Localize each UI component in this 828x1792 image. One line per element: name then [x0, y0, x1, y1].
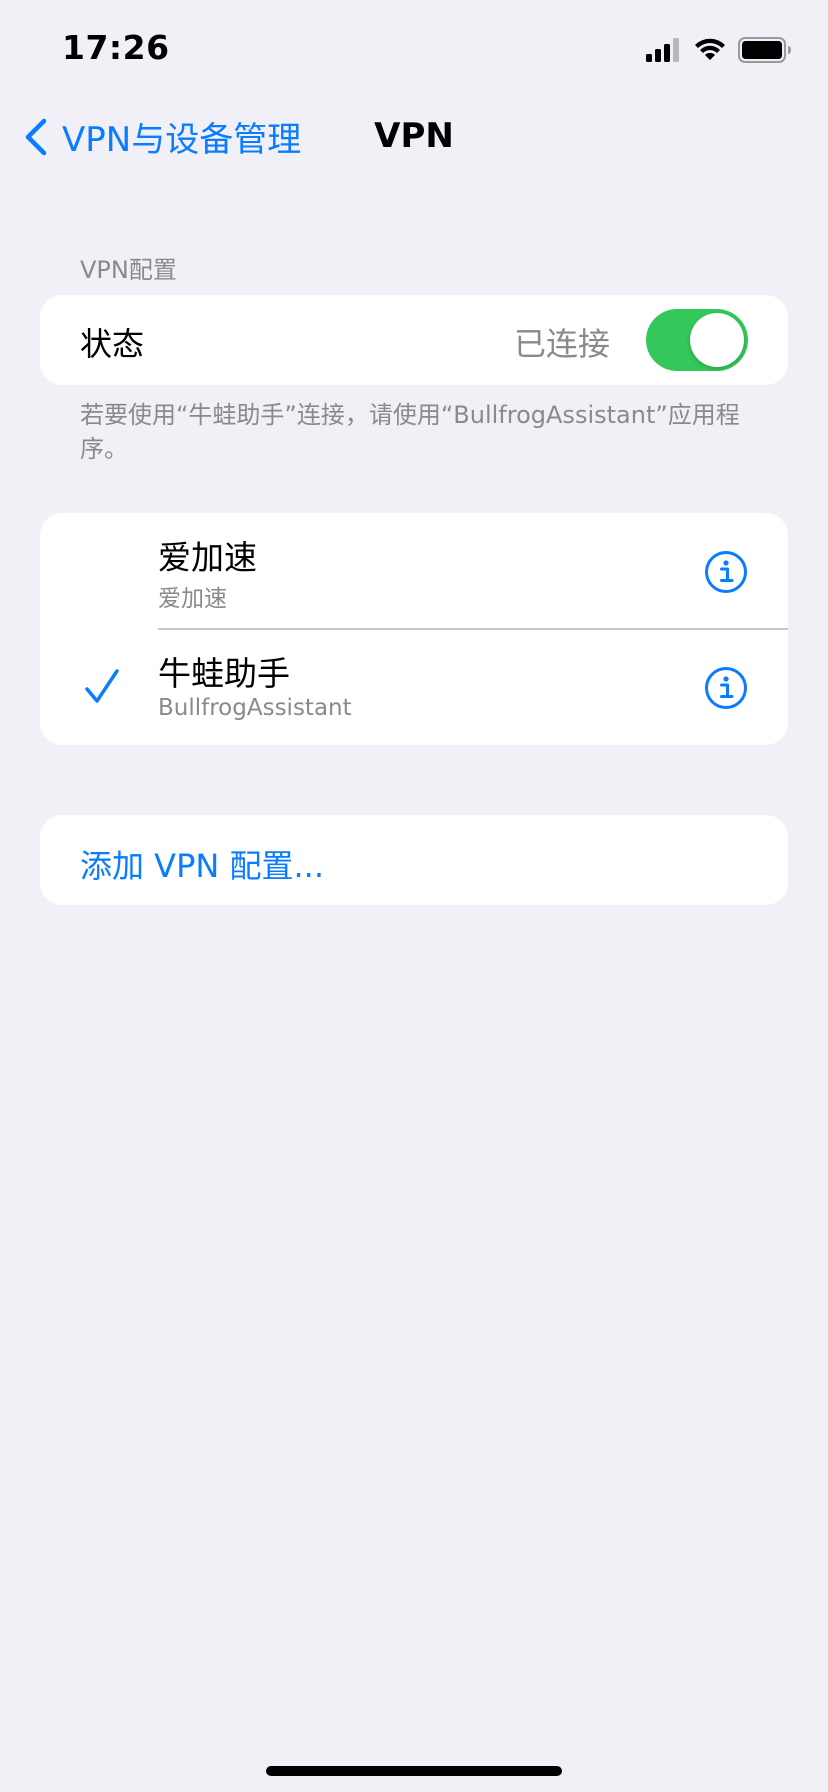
section-header: VPN配置: [80, 256, 177, 284]
add-vpn-config-button[interactable]: 添加 VPN 配置...: [40, 815, 788, 905]
vpn-item-name: 牛蛙助手: [158, 654, 290, 693]
vpn-list: 爱加速 爱加速 牛蛙助手 BullfrogAssistant: [40, 513, 788, 745]
vpn-item-aijiasu[interactable]: 爱加速 爱加速: [40, 513, 788, 630]
battery-icon: [738, 37, 791, 63]
back-label: VPN与设备管理: [62, 120, 302, 160]
home-indicator: [266, 1766, 562, 1776]
info-icon[interactable]: [704, 550, 748, 594]
status-label: 状态: [80, 325, 145, 363]
info-icon[interactable]: [704, 666, 748, 710]
toggle-knob: [690, 313, 744, 367]
vpn-item-subtitle: 爱加速: [158, 586, 227, 612]
status-card: 状态 已连接: [40, 295, 788, 385]
vpn-item-bullfrog[interactable]: 牛蛙助手 BullfrogAssistant: [40, 629, 788, 745]
cellular-signal-icon: [646, 38, 679, 62]
status-value: 已连接: [513, 325, 610, 363]
status-time: 17:26: [62, 28, 170, 67]
vpn-toggle[interactable]: [646, 309, 748, 371]
vpn-item-name: 爱加速: [158, 538, 257, 577]
back-button[interactable]: VPN与设备管理: [22, 112, 301, 161]
chevron-left-icon: [25, 118, 47, 155]
add-vpn-config-label: 添加 VPN 配置...: [80, 847, 324, 885]
status-icons: [646, 36, 792, 64]
footer-note: 若要使用“牛蛙助手”连接，请使用“BullfrogAssistant”应用程序。: [80, 401, 740, 463]
wifi-icon: [695, 38, 725, 60]
checkmark-icon: [85, 669, 119, 703]
vpn-item-subtitle: BullfrogAssistant: [158, 695, 352, 721]
